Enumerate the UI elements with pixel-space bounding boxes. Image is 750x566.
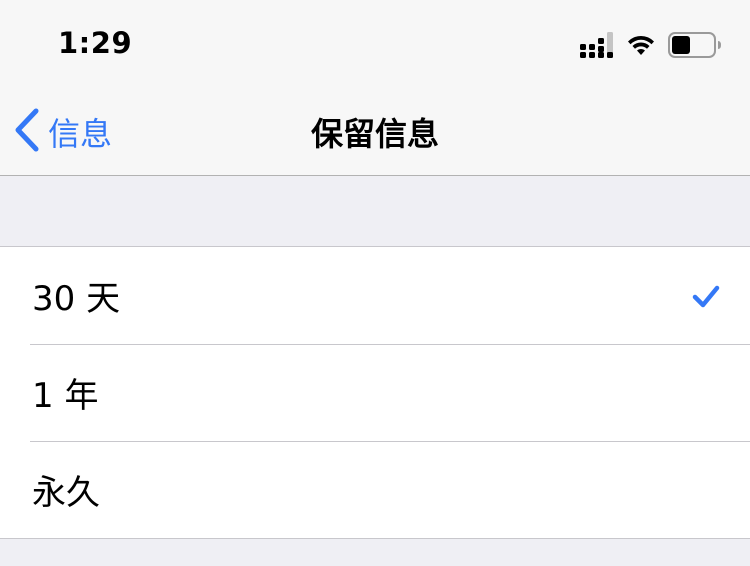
status-icons bbox=[580, 30, 722, 60]
status-time: 1:29 bbox=[58, 26, 133, 60]
wifi-icon bbox=[626, 33, 656, 57]
option-label: 永久 bbox=[32, 473, 100, 513]
option-row-30-days[interactable]: 30 天 bbox=[0, 247, 750, 344]
status-bar: 1:29 bbox=[0, 0, 750, 88]
checkmark-icon bbox=[692, 282, 720, 314]
battery-icon bbox=[668, 32, 722, 58]
option-row-forever[interactable]: 永久 bbox=[0, 441, 750, 538]
option-row-1-year[interactable]: 1 年 bbox=[0, 344, 750, 441]
screen: 1:29 信息 保留信息 30 天 1 年 永久 bbox=[0, 0, 750, 566]
navigation-bar: 信息 保留信息 bbox=[0, 88, 750, 176]
option-label: 1 年 bbox=[32, 376, 99, 416]
cellular-signal-icon bbox=[580, 32, 616, 58]
retention-options-list: 30 天 1 年 永久 bbox=[0, 246, 750, 539]
option-label: 30 天 bbox=[32, 279, 121, 319]
page-title: 保留信息 bbox=[310, 115, 439, 153]
